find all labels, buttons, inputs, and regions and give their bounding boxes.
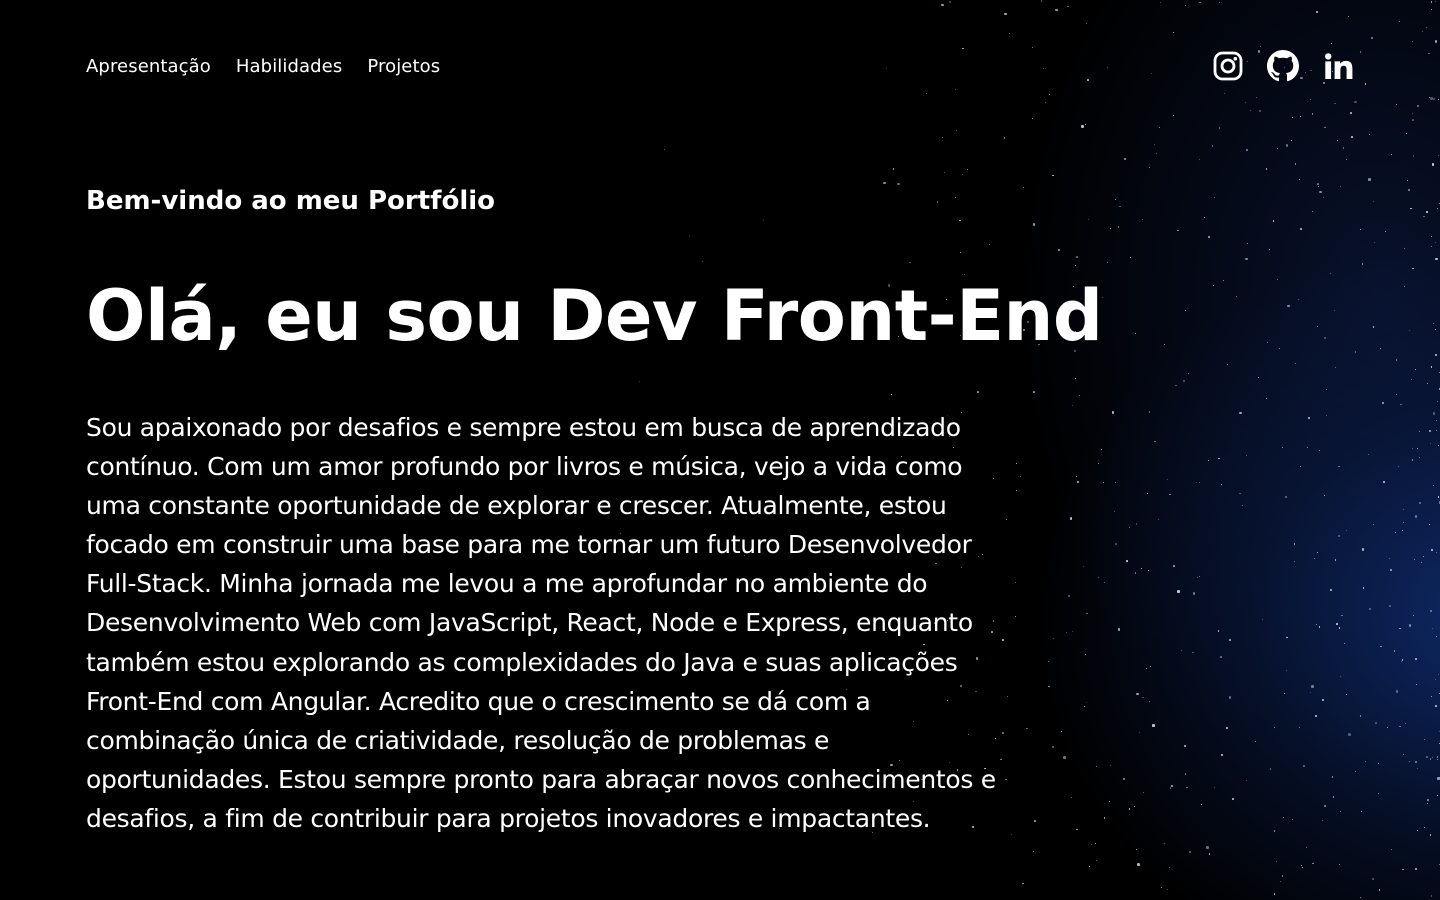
welcome-subtitle: Bem-vindo ao meu Portfólio bbox=[86, 186, 496, 216]
site-header: Apresentação Habilidades Projetos bbox=[0, 0, 1440, 140]
hero-section: Bem-vindo ao meu Portfólio Olá, eu sou D… bbox=[86, 180, 1103, 838]
github-link[interactable] bbox=[1267, 50, 1299, 82]
nav-link-habilidades[interactable]: Habilidades bbox=[236, 56, 342, 77]
nav-link-projetos[interactable]: Projetos bbox=[367, 56, 440, 77]
social-links bbox=[1212, 50, 1354, 82]
github-icon bbox=[1267, 50, 1299, 82]
hero-headline: Olá, eu sou Dev Front-End bbox=[86, 275, 1103, 357]
instagram-link[interactable] bbox=[1212, 50, 1244, 82]
intro-paragraph: Sou apaixonado por desafios e sempre est… bbox=[86, 413, 996, 833]
main-nav: Apresentação Habilidades Projetos bbox=[86, 56, 440, 77]
nav-link-apresentacao[interactable]: Apresentação bbox=[86, 56, 211, 77]
linkedin-icon bbox=[1325, 53, 1353, 79]
linkedin-link[interactable] bbox=[1322, 50, 1354, 82]
instagram-icon bbox=[1213, 51, 1243, 81]
